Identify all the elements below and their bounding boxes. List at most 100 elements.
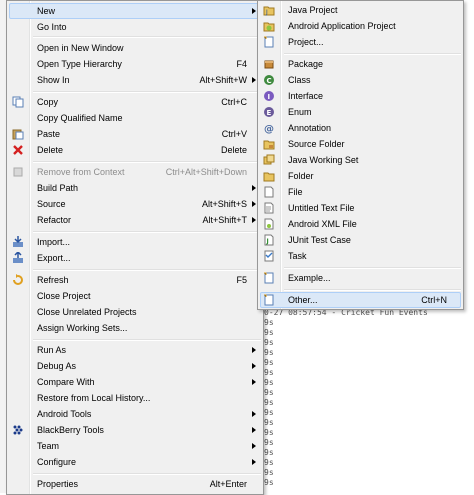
menu-item-label: Remove from Context	[37, 167, 125, 177]
menu-item-label: Import...	[37, 237, 71, 247]
menu-item-shortcut: F5	[236, 275, 247, 285]
android-xml-icon	[263, 218, 275, 230]
menu-separator	[284, 53, 461, 55]
console-line: 9s	[264, 438, 274, 447]
menu-item-shortcut: Delete	[220, 145, 247, 155]
example-icon	[263, 272, 275, 284]
menu-item-label: Configure	[37, 457, 77, 467]
interface-icon: I	[263, 90, 275, 102]
console-line: 9s	[264, 368, 274, 377]
menu-item-import[interactable]: Import...	[9, 234, 261, 250]
folder-icon	[263, 170, 275, 182]
menu-item-android-application-project[interactable]: Android Application Project	[260, 18, 461, 34]
menu-item-blackberry-tools[interactable]: BlackBerry Tools	[9, 422, 261, 438]
menu-item-label: Source Folder	[288, 139, 345, 149]
menu-item-open-type-hierarchy[interactable]: Open Type Hierarchy F4	[9, 56, 261, 72]
submenu-arrow-icon	[252, 201, 256, 207]
import-icon	[12, 236, 24, 248]
menu-item-label: Debug As	[37, 361, 77, 371]
menu-item-team[interactable]: Team	[9, 438, 261, 454]
menu-item-shortcut: Alt+Shift+W	[199, 75, 247, 85]
menu-item-compare-with[interactable]: Compare With	[9, 374, 261, 390]
menu-item-label: Enum	[288, 107, 312, 117]
menu-item-android-tools[interactable]: Android Tools	[9, 406, 261, 422]
menu-item-label: Package	[288, 59, 324, 69]
menu-separator	[284, 267, 461, 269]
menu-item-project[interactable]: Project...	[260, 34, 461, 50]
menu-item-label: Run As	[37, 345, 67, 355]
menu-item-label: Android XML File	[288, 219, 357, 229]
menu-item-untitled-text-file[interactable]: Untitled Text File	[260, 200, 461, 216]
menu-item-shortcut: Ctrl+C	[221, 97, 247, 107]
menu-item-build-path[interactable]: Build Path	[9, 180, 261, 196]
menu-item-open-in-new-window[interactable]: Open in New Window	[9, 40, 261, 56]
menu-item-close-project[interactable]: Close Project	[9, 288, 261, 304]
menu-item-file[interactable]: File	[260, 184, 461, 200]
menu-item-class[interactable]: C Class	[260, 72, 461, 88]
menu-item-copy-qualified-name[interactable]: Copy Qualified Name	[9, 110, 261, 126]
menu-item-label: Properties	[37, 479, 79, 489]
menu-item-label: Other...	[288, 295, 318, 305]
console-line: 9s	[264, 418, 274, 427]
submenu-arrow-icon	[252, 217, 256, 223]
menu-item-folder[interactable]: Folder	[260, 168, 461, 184]
menu-item-package[interactable]: Package	[260, 56, 461, 72]
menu-separator	[33, 473, 261, 475]
menu-separator	[284, 289, 461, 291]
android-project-icon	[263, 20, 275, 32]
menu-item-go-into[interactable]: Go Into	[9, 19, 261, 35]
menu-item-debug-as[interactable]: Debug As	[9, 358, 261, 374]
menu-separator	[33, 91, 261, 93]
menu-item-label: Task	[288, 251, 307, 261]
menu-item-paste[interactable]: Paste Ctrl+V	[9, 126, 261, 142]
menu-item-enum[interactable]: E Enum	[260, 104, 461, 120]
menu-item-configure[interactable]: Configure	[9, 454, 261, 470]
menu-item-refactor[interactable]: Refactor Alt+Shift+T	[9, 212, 261, 228]
menu-item-java-project[interactable]: J Java Project	[260, 2, 461, 18]
menu-item-copy[interactable]: Copy Ctrl+C	[9, 94, 261, 110]
menu-item-other[interactable]: Other... Ctrl+N	[260, 292, 461, 308]
svg-text:I: I	[268, 93, 271, 101]
console-line: 9s	[264, 328, 274, 337]
console-background: 0-27 08:57:54 - Cricket Fun Events 9s 9s 9s…	[262, 304, 474, 493]
menu-item-label: Assign Working Sets...	[37, 323, 128, 333]
menu-item-export[interactable]: Export...	[9, 250, 261, 266]
export-icon	[12, 252, 24, 264]
submenu-arrow-icon	[252, 411, 256, 417]
console-line: 9s	[264, 318, 274, 327]
menu-item-example[interactable]: Example...	[260, 270, 461, 286]
menu-item-assign-working-sets[interactable]: Assign Working Sets...	[9, 320, 261, 336]
menu-item-remove-from-context[interactable]: Remove from Context Ctrl+Alt+Shift+Down	[9, 164, 261, 180]
menu-item-java-working-set[interactable]: Java Working Set	[260, 152, 461, 168]
menu-item-close-unrelated-projects[interactable]: Close Unrelated Projects	[9, 304, 261, 320]
menu-item-new[interactable]: New	[9, 3, 261, 19]
menu-item-source-folder[interactable]: Source Folder	[260, 136, 461, 152]
submenu-arrow-icon	[252, 8, 256, 14]
menu-item-annotation[interactable]: @ Annotation	[260, 120, 461, 136]
menu-item-task[interactable]: Task	[260, 248, 461, 264]
text-file-icon	[263, 202, 275, 214]
menu-item-interface[interactable]: I Interface	[260, 88, 461, 104]
menu-item-run-as[interactable]: Run As	[9, 342, 261, 358]
menu-item-source[interactable]: Source Alt+Shift+S	[9, 196, 261, 212]
menu-item-shortcut: Ctrl+Alt+Shift+Down	[165, 167, 247, 177]
menu-item-label: Example...	[288, 273, 331, 283]
menu-item-label: BlackBerry Tools	[37, 425, 104, 435]
menu-item-junit-test-case[interactable]: J JUnit Test Case	[260, 232, 461, 248]
enum-icon: E	[263, 106, 275, 118]
submenu-arrow-icon	[252, 363, 256, 369]
console-line: 9s	[264, 478, 274, 487]
submenu-arrow-icon	[252, 459, 256, 465]
console-line: 9s	[264, 378, 274, 387]
menu-item-properties[interactable]: Properties Alt+Enter	[9, 476, 261, 492]
menu-item-label: Copy Qualified Name	[37, 113, 123, 123]
console-line: 9s	[264, 358, 274, 367]
remove-context-icon	[12, 166, 24, 178]
menu-item-label: Open Type Hierarchy	[37, 59, 122, 69]
menu-item-delete[interactable]: Delete Delete	[9, 142, 261, 158]
menu-item-restore-from-local-history[interactable]: Restore from Local History...	[9, 390, 261, 406]
menu-item-refresh[interactable]: Refresh F5	[9, 272, 261, 288]
menu-item-label: Java Working Set	[288, 155, 359, 165]
menu-item-show-in[interactable]: Show In Alt+Shift+W	[9, 72, 261, 88]
menu-item-android-xml-file[interactable]: Android XML File	[260, 216, 461, 232]
